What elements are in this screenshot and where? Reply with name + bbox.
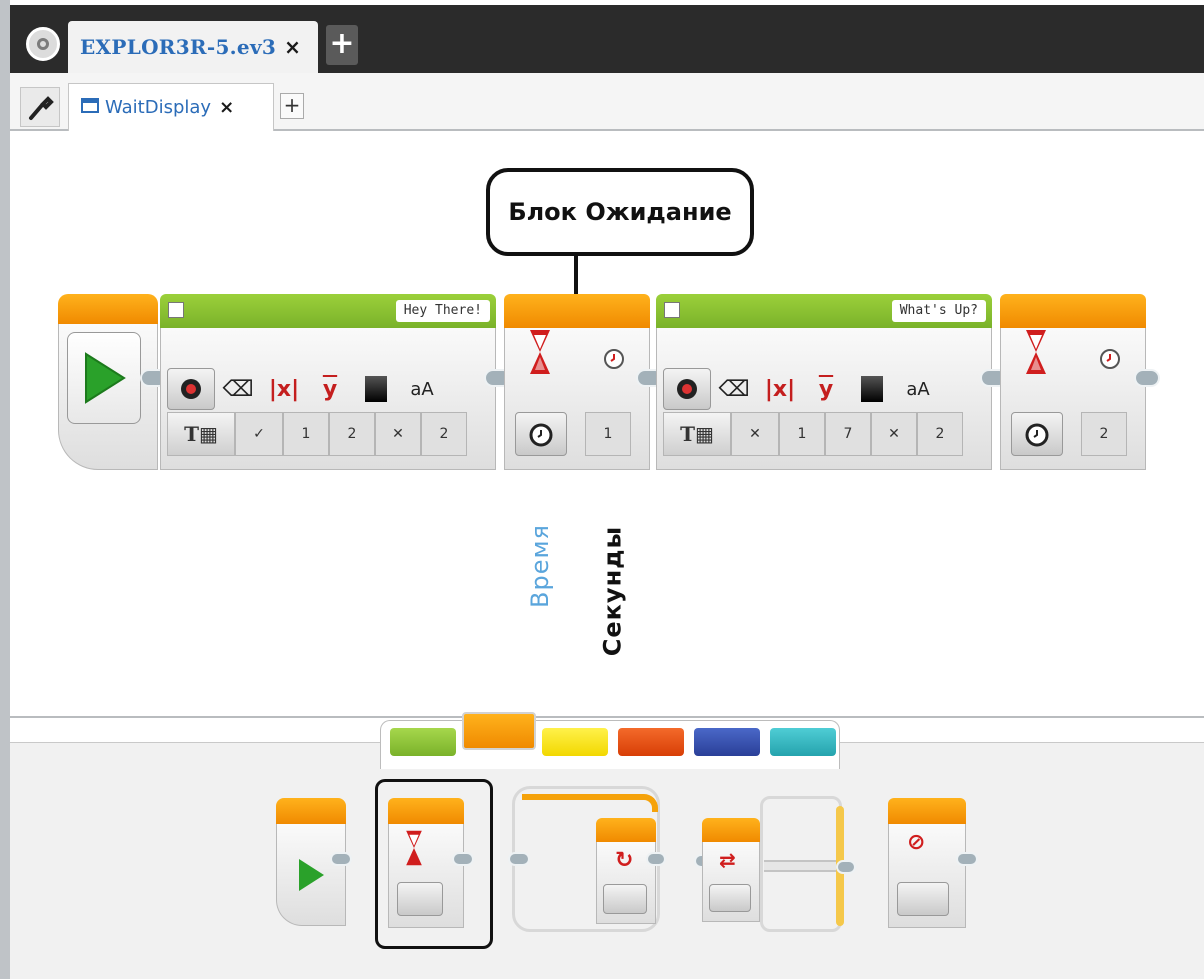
palette-tab-data[interactable] bbox=[618, 728, 684, 756]
font-param[interactable]: 2 bbox=[421, 412, 467, 456]
color-icon bbox=[353, 369, 399, 409]
x-param[interactable]: 1 bbox=[779, 412, 825, 456]
font-icon: aA bbox=[410, 378, 434, 400]
y-param[interactable]: 2 bbox=[329, 412, 375, 456]
eraser-icon: ⌫ bbox=[718, 376, 750, 402]
collapse-icon[interactable] bbox=[664, 302, 680, 318]
clear-screen-param[interactable]: ✓ bbox=[235, 412, 283, 456]
add-project-button[interactable]: + bbox=[326, 25, 358, 65]
seconds-param[interactable]: 2 bbox=[1081, 412, 1127, 456]
project-tab-label: EXPLOR3R-5.ev3 bbox=[80, 35, 277, 59]
y-param[interactable]: 7 bbox=[825, 412, 871, 456]
palette-loop-block[interactable]: ↻ bbox=[508, 786, 666, 936]
mode-annotation: Время bbox=[526, 523, 555, 609]
wait-block-callout: Блок Ожидание bbox=[486, 168, 754, 256]
seconds-param[interactable]: 1 bbox=[585, 412, 631, 456]
display-block-2[interactable]: What's Up? ⌫ |x| y aA T▦ ✕ 1 7 ✕ 2 bbox=[656, 294, 992, 470]
project-properties-wrench-icon[interactable] bbox=[20, 87, 60, 127]
color-param[interactable]: ✕ bbox=[871, 412, 917, 456]
hourglass-icon bbox=[517, 330, 563, 374]
color-icon bbox=[849, 369, 895, 409]
color-param[interactable]: ✕ bbox=[375, 412, 421, 456]
hourglass-icon bbox=[1013, 330, 1059, 374]
lobby-icon[interactable] bbox=[26, 27, 60, 61]
x-param[interactable]: 1 bbox=[283, 412, 329, 456]
wait-mode-time-button[interactable] bbox=[1011, 412, 1063, 456]
x-coordinate-icon: |x| bbox=[268, 376, 300, 402]
display-block-1[interactable]: Hey There! ⌫ |x| y aA T▦ ✓ 1 2 ✕ 2 bbox=[160, 294, 496, 470]
wait-block-2[interactable]: 2 bbox=[1000, 294, 1146, 470]
loop-icon: ↻ bbox=[615, 848, 634, 873]
display-mode-button[interactable] bbox=[167, 368, 215, 410]
sequence-wire-end bbox=[1134, 369, 1160, 387]
add-program-button[interactable]: + bbox=[280, 93, 304, 119]
collapse-icon[interactable] bbox=[168, 302, 184, 318]
program-tab-bar: WaitDisplay × + bbox=[10, 73, 1204, 131]
unit-annotation: Секунды bbox=[598, 525, 626, 657]
palette-tab-advanced[interactable] bbox=[694, 728, 760, 756]
program-tab-label: WaitDisplay bbox=[105, 97, 212, 118]
text-grid-mode-icon[interactable]: T▦ bbox=[167, 412, 235, 456]
palette-tab-flow[interactable] bbox=[462, 712, 536, 750]
y-coordinate-icon: y bbox=[322, 376, 338, 402]
play-icon bbox=[85, 352, 126, 404]
clear-screen-param[interactable]: ✕ bbox=[731, 412, 779, 456]
eraser-icon: ⌫ bbox=[222, 376, 254, 402]
palette-loop-interrupt-block[interactable]: ⊘ bbox=[888, 798, 980, 928]
text-grid-mode-icon[interactable]: T▦ bbox=[663, 412, 731, 456]
programming-canvas[interactable]: Блок Ожидание Hey There! ⌫ |x| y aA T▦ ✓… bbox=[10, 131, 1204, 716]
y-coordinate-icon: y bbox=[818, 376, 834, 402]
wait-mode-time-button[interactable] bbox=[515, 412, 567, 456]
x-coordinate-icon: |x| bbox=[764, 376, 796, 402]
palette-tab-myblocks[interactable] bbox=[770, 728, 836, 756]
wait-block-1[interactable]: 1 bbox=[504, 294, 650, 470]
project-tab-close-icon[interactable]: × bbox=[284, 35, 301, 59]
display-text-value[interactable]: What's Up? bbox=[891, 300, 986, 322]
palette-wire bbox=[452, 852, 474, 866]
program-tab-close-icon[interactable]: × bbox=[219, 97, 234, 118]
seconds-input-icon bbox=[591, 338, 637, 378]
program-tab[interactable]: WaitDisplay × bbox=[68, 83, 274, 131]
palette-tab-action[interactable] bbox=[390, 728, 456, 756]
hourglass-icon bbox=[406, 830, 422, 866]
display-mode-button[interactable] bbox=[663, 368, 711, 410]
font-param[interactable]: 2 bbox=[917, 412, 963, 456]
program-icon bbox=[81, 97, 99, 118]
switch-icon: ⇄ bbox=[719, 848, 736, 872]
project-tab[interactable]: EXPLOR3R-5.ev3 × bbox=[68, 21, 318, 73]
palette-switch-block[interactable]: ⇄ bbox=[694, 796, 864, 936]
palette-tab-sensor[interactable] bbox=[542, 728, 608, 756]
loop-interrupt-icon: ⊘ bbox=[907, 830, 926, 855]
display-text-value[interactable]: Hey There! bbox=[395, 300, 490, 322]
seconds-input-icon bbox=[1087, 338, 1133, 378]
play-icon bbox=[299, 858, 324, 891]
palette-wire bbox=[330, 852, 352, 866]
font-icon: aA bbox=[906, 378, 930, 400]
project-tab-bar: EXPLOR3R-5.ev3 × + bbox=[10, 5, 1204, 73]
